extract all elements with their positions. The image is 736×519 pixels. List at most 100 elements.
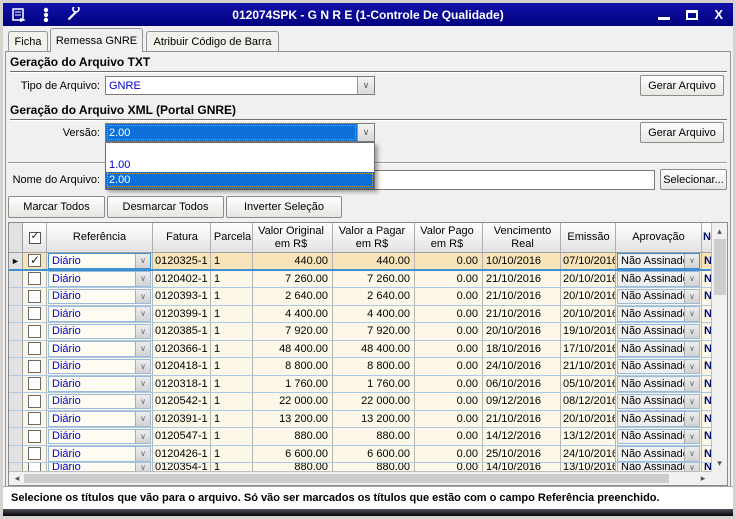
traffic-light-icon[interactable] bbox=[37, 7, 55, 23]
tipo-arquivo-combo[interactable]: GNRE ∨ bbox=[105, 76, 375, 95]
minimize-icon[interactable] bbox=[658, 16, 671, 20]
row-checkbox[interactable] bbox=[23, 428, 47, 445]
row-checkbox[interactable] bbox=[23, 340, 47, 357]
select-all-header[interactable] bbox=[23, 223, 47, 253]
scroll-down-icon[interactable]: ▾ bbox=[712, 457, 727, 469]
aprovacao-combo[interactable]: Não Assinado ∨ bbox=[616, 445, 702, 462]
valor-a-pagar-cell: 2 640.00 bbox=[333, 288, 415, 305]
versao-combo[interactable]: 2.00 ∨ bbox=[105, 123, 375, 142]
aprovacao-combo[interactable]: Não Assinado ∨ bbox=[616, 428, 702, 445]
row-checkbox[interactable] bbox=[23, 375, 47, 392]
referencia-combo[interactable]: Diário ∨ bbox=[47, 358, 153, 375]
row-checkbox[interactable] bbox=[23, 358, 47, 375]
table-row[interactable]: Diário ∨ 0120542-1 1 22 000.00 22 000.00 … bbox=[9, 393, 712, 411]
row-checkbox[interactable] bbox=[23, 323, 47, 340]
close-icon[interactable]: X bbox=[714, 8, 723, 21]
inverter-selecao-button[interactable]: Inverter Seleção bbox=[226, 196, 342, 218]
horizontal-scroll-thumb[interactable] bbox=[24, 474, 669, 483]
wrench-icon[interactable] bbox=[64, 6, 82, 23]
version-option-1[interactable]: 1.00 bbox=[106, 158, 374, 172]
vencimento-real-cell: 21/10/2016 bbox=[483, 305, 561, 322]
referencia-combo[interactable]: Diário ∨ bbox=[47, 393, 153, 410]
aprovacao-combo[interactable]: Não Assinado ∨ bbox=[616, 253, 702, 269]
referencia-combo[interactable]: Diário ∨ bbox=[47, 410, 153, 427]
table-row[interactable]: Diário ∨ 0120385-1 1 7 920.00 7 920.00 0.… bbox=[9, 323, 712, 341]
table-row[interactable]: ► Diário∨ 0120325-1 1 440.00 440.00 0.00… bbox=[9, 253, 712, 271]
maximize-icon[interactable] bbox=[686, 9, 699, 20]
row-checkbox[interactable] bbox=[23, 445, 47, 462]
scroll-right-icon[interactable]: ▸ bbox=[697, 472, 709, 485]
referencia-combo[interactable]: Diário ∨ bbox=[47, 323, 153, 340]
referencia-combo[interactable]: Diário ∨ bbox=[47, 428, 153, 445]
row-checkbox[interactable] bbox=[23, 253, 47, 269]
referencia-combo[interactable]: Diário ∨ bbox=[47, 288, 153, 305]
gerar-arquivo-txt-button[interactable]: Gerar Arquivo bbox=[640, 75, 724, 96]
referencia-combo[interactable]: Diário ∨ bbox=[47, 445, 153, 462]
vertical-scroll-thumb[interactable] bbox=[714, 239, 726, 295]
versao-dropdown-list: 1.00 2.00 bbox=[105, 142, 375, 189]
tab-remessa-gnre[interactable]: Remessa GNRE bbox=[50, 28, 143, 52]
marcar-todos-button[interactable]: Marcar Todos bbox=[8, 196, 105, 218]
referencia-combo[interactable]: Diário ∨ bbox=[47, 463, 153, 471]
parcela-cell: 1 bbox=[211, 428, 253, 445]
row-checkbox[interactable] bbox=[23, 270, 47, 287]
row-checkbox[interactable] bbox=[23, 305, 47, 322]
table-row[interactable]: Diário ∨ 0120366-1 1 48 400.00 48 400.00 … bbox=[9, 340, 712, 358]
scroll-left-icon[interactable]: ◂ bbox=[11, 472, 23, 485]
aprovacao-combo[interactable]: Não Assinado ∨ bbox=[616, 288, 702, 305]
aprovacao-combo[interactable]: Não Assinado ∨ bbox=[616, 270, 702, 287]
row-checkbox[interactable] bbox=[23, 288, 47, 305]
table-row[interactable]: Diário ∨ 0120426-1 1 6 600.00 6 600.00 0.… bbox=[9, 445, 712, 463]
horizontal-scrollbar[interactable]: ◂ ▸ bbox=[9, 471, 711, 485]
aprovacao-combo[interactable]: Não Assinado ∨ bbox=[616, 358, 702, 375]
tab-ficha[interactable]: Ficha bbox=[8, 31, 48, 51]
gerar-arquivo-xml-button[interactable]: Gerar Arquivo bbox=[640, 122, 724, 143]
aprovacao-combo[interactable]: Não Assinado ∨ bbox=[616, 393, 702, 410]
aprovacao-combo[interactable]: Não Assinado ∨ bbox=[616, 305, 702, 322]
chevron-down-icon[interactable]: ∨ bbox=[357, 77, 374, 94]
emissao-cell: 20/10/2016 bbox=[561, 410, 616, 427]
version-option-2[interactable]: 2.00 bbox=[106, 172, 374, 188]
table-row[interactable]: Diário ∨ 0120391-1 1 13 200.00 13 200.00 … bbox=[9, 410, 712, 428]
row-indicator-cell bbox=[9, 463, 23, 471]
tab-atribuir-codigo-barra[interactable]: Atribuir Código de Barra bbox=[146, 31, 279, 51]
tipo-arquivo-label: Tipo de Arquivo: bbox=[20, 80, 100, 92]
table-row[interactable]: Diário ∨ 0120418-1 1 8 800.00 8 800.00 0.… bbox=[9, 358, 712, 376]
clipped-column-cell: N bbox=[702, 253, 711, 269]
form-icon[interactable] bbox=[10, 7, 28, 23]
referencia-combo[interactable]: Diário ∨ bbox=[47, 253, 153, 269]
scroll-up-icon[interactable]: ▴ bbox=[712, 225, 727, 237]
valor-a-pagar-cell: 440.00 bbox=[333, 253, 415, 269]
checkbox-icon bbox=[28, 307, 41, 321]
row-checkbox[interactable] bbox=[23, 463, 47, 471]
aprovacao-combo[interactable]: Não Assinado ∨ bbox=[616, 340, 702, 357]
row-indicator-cell: ► bbox=[9, 253, 23, 269]
table-row[interactable]: Diário ∨ 0120318-1 1 1 760.00 1 760.00 0.… bbox=[9, 375, 712, 393]
valor-original-cell: 22 000.00 bbox=[253, 393, 333, 410]
table-row[interactable]: Diário ∨ 0120399-1 1 4 400.00 4 400.00 0.… bbox=[9, 305, 712, 323]
valor-original-cell: 8 800.00 bbox=[253, 358, 333, 375]
table-row[interactable]: Diário ∨ 0120354-1 1 880.00 880.00 0.00 1… bbox=[9, 463, 712, 471]
referencia-combo[interactable]: Diário ∨ bbox=[47, 270, 153, 287]
aprovacao-combo[interactable]: Não Assinado ∨ bbox=[616, 323, 702, 340]
vertical-scrollbar[interactable]: ▴ ▾ bbox=[711, 223, 727, 471]
tipo-arquivo-value: GNRE bbox=[109, 79, 141, 92]
row-checkbox[interactable] bbox=[23, 393, 47, 410]
table-row[interactable]: Diário ∨ 0120402-1 1 7 260.00 7 260.00 0.… bbox=[9, 270, 712, 288]
table-row[interactable]: Diário ∨ 0120393-1 1 2 640.00 2 640.00 0.… bbox=[9, 288, 712, 306]
aprovacao-combo[interactable]: Não Assinado ∨ bbox=[616, 463, 702, 471]
valor-original-cell: 440.00 bbox=[253, 253, 333, 269]
desmarcar-todos-button[interactable]: Desmarcar Todos bbox=[107, 196, 224, 218]
row-checkbox[interactable] bbox=[23, 410, 47, 427]
chevron-down-icon[interactable]: ∨ bbox=[357, 124, 374, 141]
status-bar: Selecione os títulos que vão para o arqu… bbox=[3, 486, 733, 509]
aprovacao-combo[interactable]: Não Assinado ∨ bbox=[616, 375, 702, 392]
referencia-combo[interactable]: Diário ∨ bbox=[47, 340, 153, 357]
aprovacao-combo[interactable]: Não Assinado ∨ bbox=[616, 410, 702, 427]
selecionar-button[interactable]: Selecionar... bbox=[660, 169, 727, 190]
chevron-down-icon: ∨ bbox=[135, 463, 150, 471]
table-row[interactable]: Diário ∨ 0120547-1 1 880.00 880.00 0.00 1… bbox=[9, 428, 712, 446]
referencia-combo[interactable]: Diário ∨ bbox=[47, 305, 153, 322]
referencia-combo[interactable]: Diário ∨ bbox=[47, 375, 153, 392]
chevron-down-icon: ∨ bbox=[684, 447, 699, 461]
